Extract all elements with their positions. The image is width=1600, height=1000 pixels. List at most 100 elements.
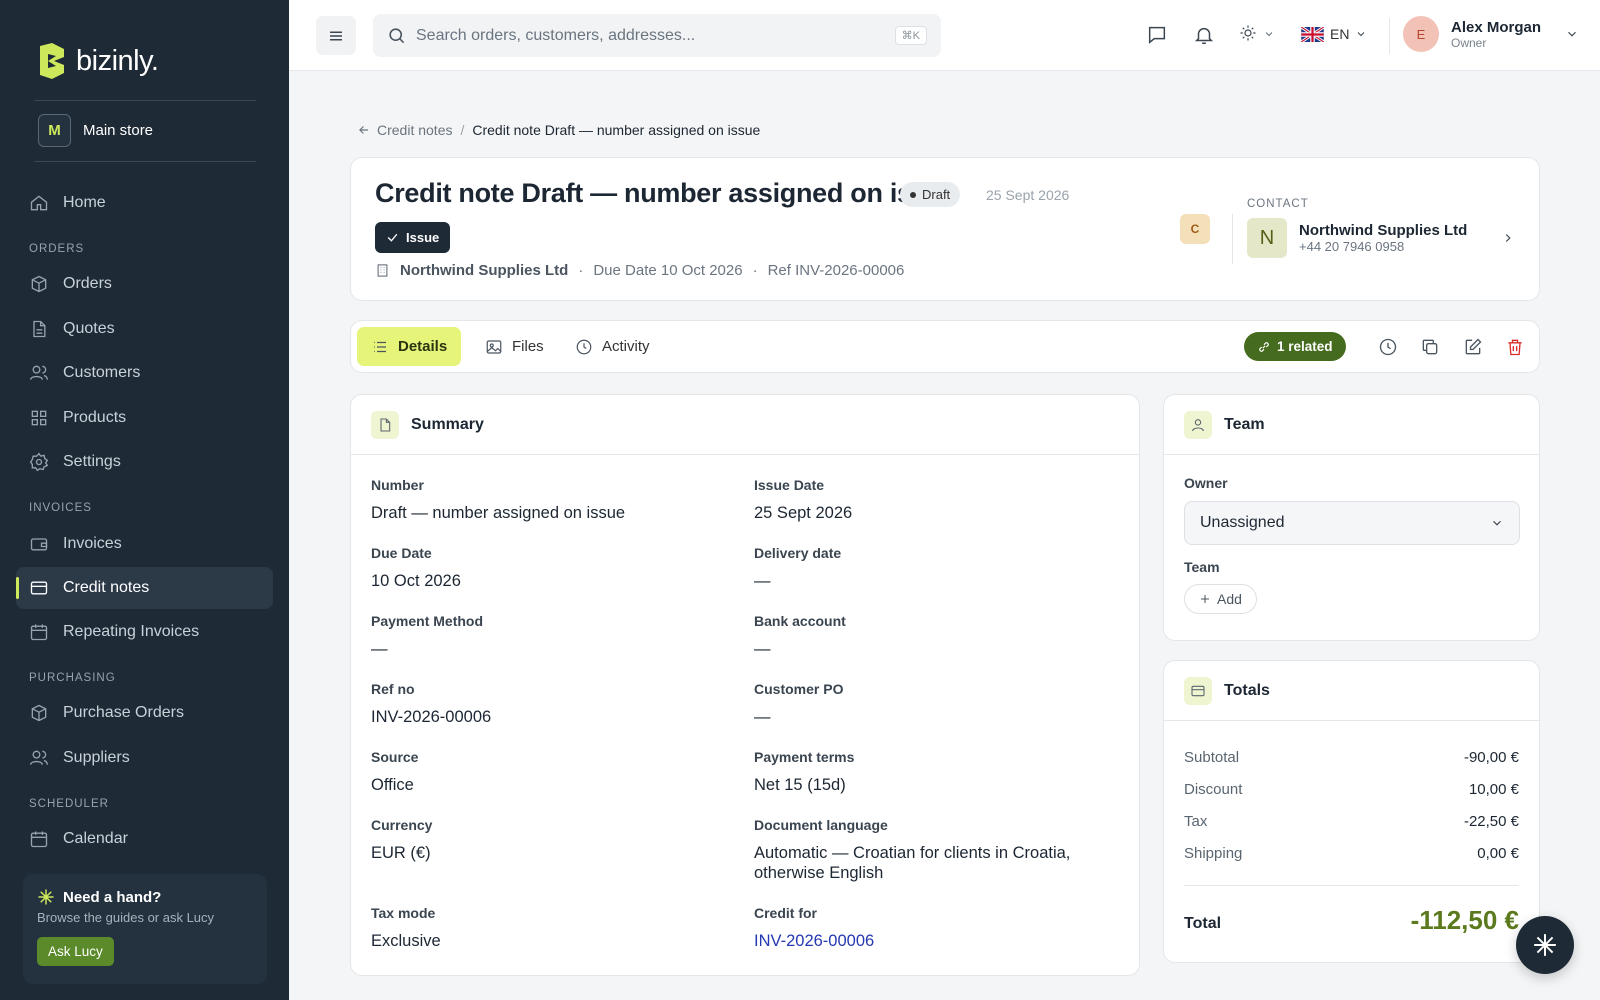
field-value: EUR (€) (371, 844, 431, 862)
sidebar-item-settings[interactable]: Settings (16, 441, 273, 483)
field-due-date: Due Date 10 Oct 2026 (371, 545, 461, 591)
delete-button[interactable] (1505, 337, 1525, 357)
add-team-member-button[interactable]: Add (1184, 584, 1257, 614)
discount-label: Discount (1184, 781, 1243, 798)
store-name: Main store (83, 122, 154, 139)
breadcrumb: Credit notes / Credit note Draft — numbe… (357, 122, 760, 138)
field-value: Net 15 (15d) (754, 776, 846, 794)
sparkle-icon (38, 889, 54, 905)
notifications-button[interactable] (1193, 24, 1215, 46)
users-icon (30, 750, 48, 765)
contact-phone: +44 20 7946 0958 (1299, 239, 1405, 254)
chevron-down-icon (1358, 32, 1365, 37)
messages-button[interactable] (1146, 24, 1168, 46)
grid-icon (31, 410, 47, 426)
issue-button-label: Issue (406, 230, 440, 245)
field-credit-for: Credit for INV-2026-00006 (754, 905, 874, 951)
field-value: Draft — number assigned on issue (371, 504, 626, 522)
field-label: Number (371, 477, 424, 493)
duplicate-button[interactable] (1420, 337, 1440, 357)
sidebar-item-customers[interactable]: Customers (16, 352, 273, 394)
sidebar-item-invoices[interactable]: Invoices (16, 523, 273, 565)
field-label: Currency (371, 817, 433, 833)
tax-row: Tax -22,50 € (1184, 813, 1519, 830)
breadcrumb-current: Credit note Draft — number assigned on i… (472, 122, 761, 138)
field-label: Credit for (754, 905, 817, 921)
sidebar-item-label: Repeating Invoices (63, 623, 200, 640)
totals-title: Totals (1224, 681, 1270, 699)
field-label: Issue Date (754, 477, 825, 493)
tab-label: Details (398, 338, 448, 355)
user-name: Alex Morgan (1451, 18, 1542, 36)
sidebar-item-products[interactable]: Products (16, 397, 273, 439)
shipping-row: Shipping 0,00 € (1184, 845, 1519, 862)
breadcrumb-back-link[interactable]: Credit notes (357, 122, 452, 138)
card-icon (30, 581, 48, 595)
tax-value: -22,50 € (1463, 813, 1519, 830)
calendar-icon (30, 624, 48, 641)
chevron-right-icon (1506, 234, 1511, 242)
sidebar-item-purchase-orders[interactable]: Purchase Orders (16, 692, 273, 734)
summary-card: Summary Number Draft — number assigned o… (350, 394, 1140, 976)
sidebar-item-quotes[interactable]: Quotes (16, 308, 273, 350)
tab-files[interactable]: Files (471, 327, 558, 366)
tab-details[interactable]: Details (357, 327, 462, 366)
tab-label: Files (512, 338, 544, 355)
sidebar-item-calendar[interactable]: Calendar (16, 818, 273, 860)
user-role: Owner (1451, 35, 1487, 50)
search-input[interactable] (416, 26, 885, 45)
sidebar-item-repeating-invoices[interactable]: Repeating Invoices (16, 611, 273, 653)
menu-toggle-button[interactable] (316, 16, 356, 55)
edit-button[interactable] (1463, 337, 1483, 357)
shipping-value: 0,00 € (1477, 845, 1519, 862)
related-button[interactable]: 1 related (1244, 332, 1346, 361)
issue-button[interactable]: Issue (375, 222, 451, 253)
logo-icon (40, 43, 64, 79)
plus-icon (1201, 595, 1209, 603)
totals-header-icon (1184, 676, 1212, 705)
store-switcher[interactable]: M Main store (38, 114, 153, 147)
contact-info: Northwind Supplies Ltd +44 20 7946 0958 (1299, 222, 1467, 254)
contact-name: Northwind Supplies Ltd (1299, 222, 1468, 239)
sidebar-item-label: Invoices (63, 535, 122, 552)
chevron-down-icon (1568, 31, 1576, 37)
user-menu[interactable]: E Alex Morgan Owner (1403, 16, 1579, 52)
totals-divider (1184, 885, 1519, 886)
field-issue-date: Issue Date 25 Sept 2026 (754, 477, 852, 523)
field-value: — (754, 708, 771, 726)
contact-avatar: N (1247, 218, 1287, 258)
sidebar-item-orders[interactable]: Orders (16, 263, 273, 305)
document-icon (380, 417, 391, 432)
sidebar-item-label: Orders (63, 275, 112, 292)
sidebar-item-credit-notes[interactable]: Credit notes (16, 567, 273, 609)
nav-section-invoices: INVOICES (29, 502, 92, 514)
contact-card[interactable]: N Northwind Supplies Ltd +44 20 7946 095… (1247, 218, 1515, 258)
field-label: Bank account (754, 613, 846, 629)
field-value: Automatic — Croatian for clients in Croa… (754, 844, 1071, 882)
language-switcher[interactable]: EN (1301, 26, 1367, 42)
trash-icon (1508, 339, 1522, 356)
hamburger-icon (330, 31, 342, 40)
field-bank-account: Bank account — (754, 613, 846, 659)
sidebar-item-label: Credit notes (63, 579, 150, 596)
field-value: Exclusive (371, 932, 441, 950)
assistant-fab-button[interactable] (1516, 916, 1574, 974)
shipping-label: Shipping (1184, 845, 1243, 862)
theme-toggle[interactable] (1239, 24, 1279, 46)
building-icon (377, 264, 388, 277)
owner-label: Owner (1184, 475, 1228, 491)
owner-select[interactable]: Unassigned (1184, 501, 1520, 545)
document-icon (33, 320, 46, 338)
brand-logo[interactable]: bizinly. (36, 42, 159, 80)
field-document-language: Document language Automatic — Croatian f… (754, 817, 1104, 883)
ask-lucy-button[interactable]: Ask Lucy (37, 937, 114, 966)
credit-for-link[interactable]: INV-2026-00006 (754, 931, 874, 951)
history-button[interactable] (1378, 337, 1398, 357)
summary-title: Summary (411, 415, 484, 433)
sidebar-item-suppliers[interactable]: Suppliers (16, 737, 273, 779)
totals-header: Totals (1164, 661, 1539, 721)
search-shortcut: ⌘K (894, 26, 927, 45)
sidebar-item-home[interactable]: Home (16, 182, 273, 224)
field-label: Customer PO (754, 681, 844, 697)
tab-activity[interactable]: Activity (561, 327, 664, 366)
